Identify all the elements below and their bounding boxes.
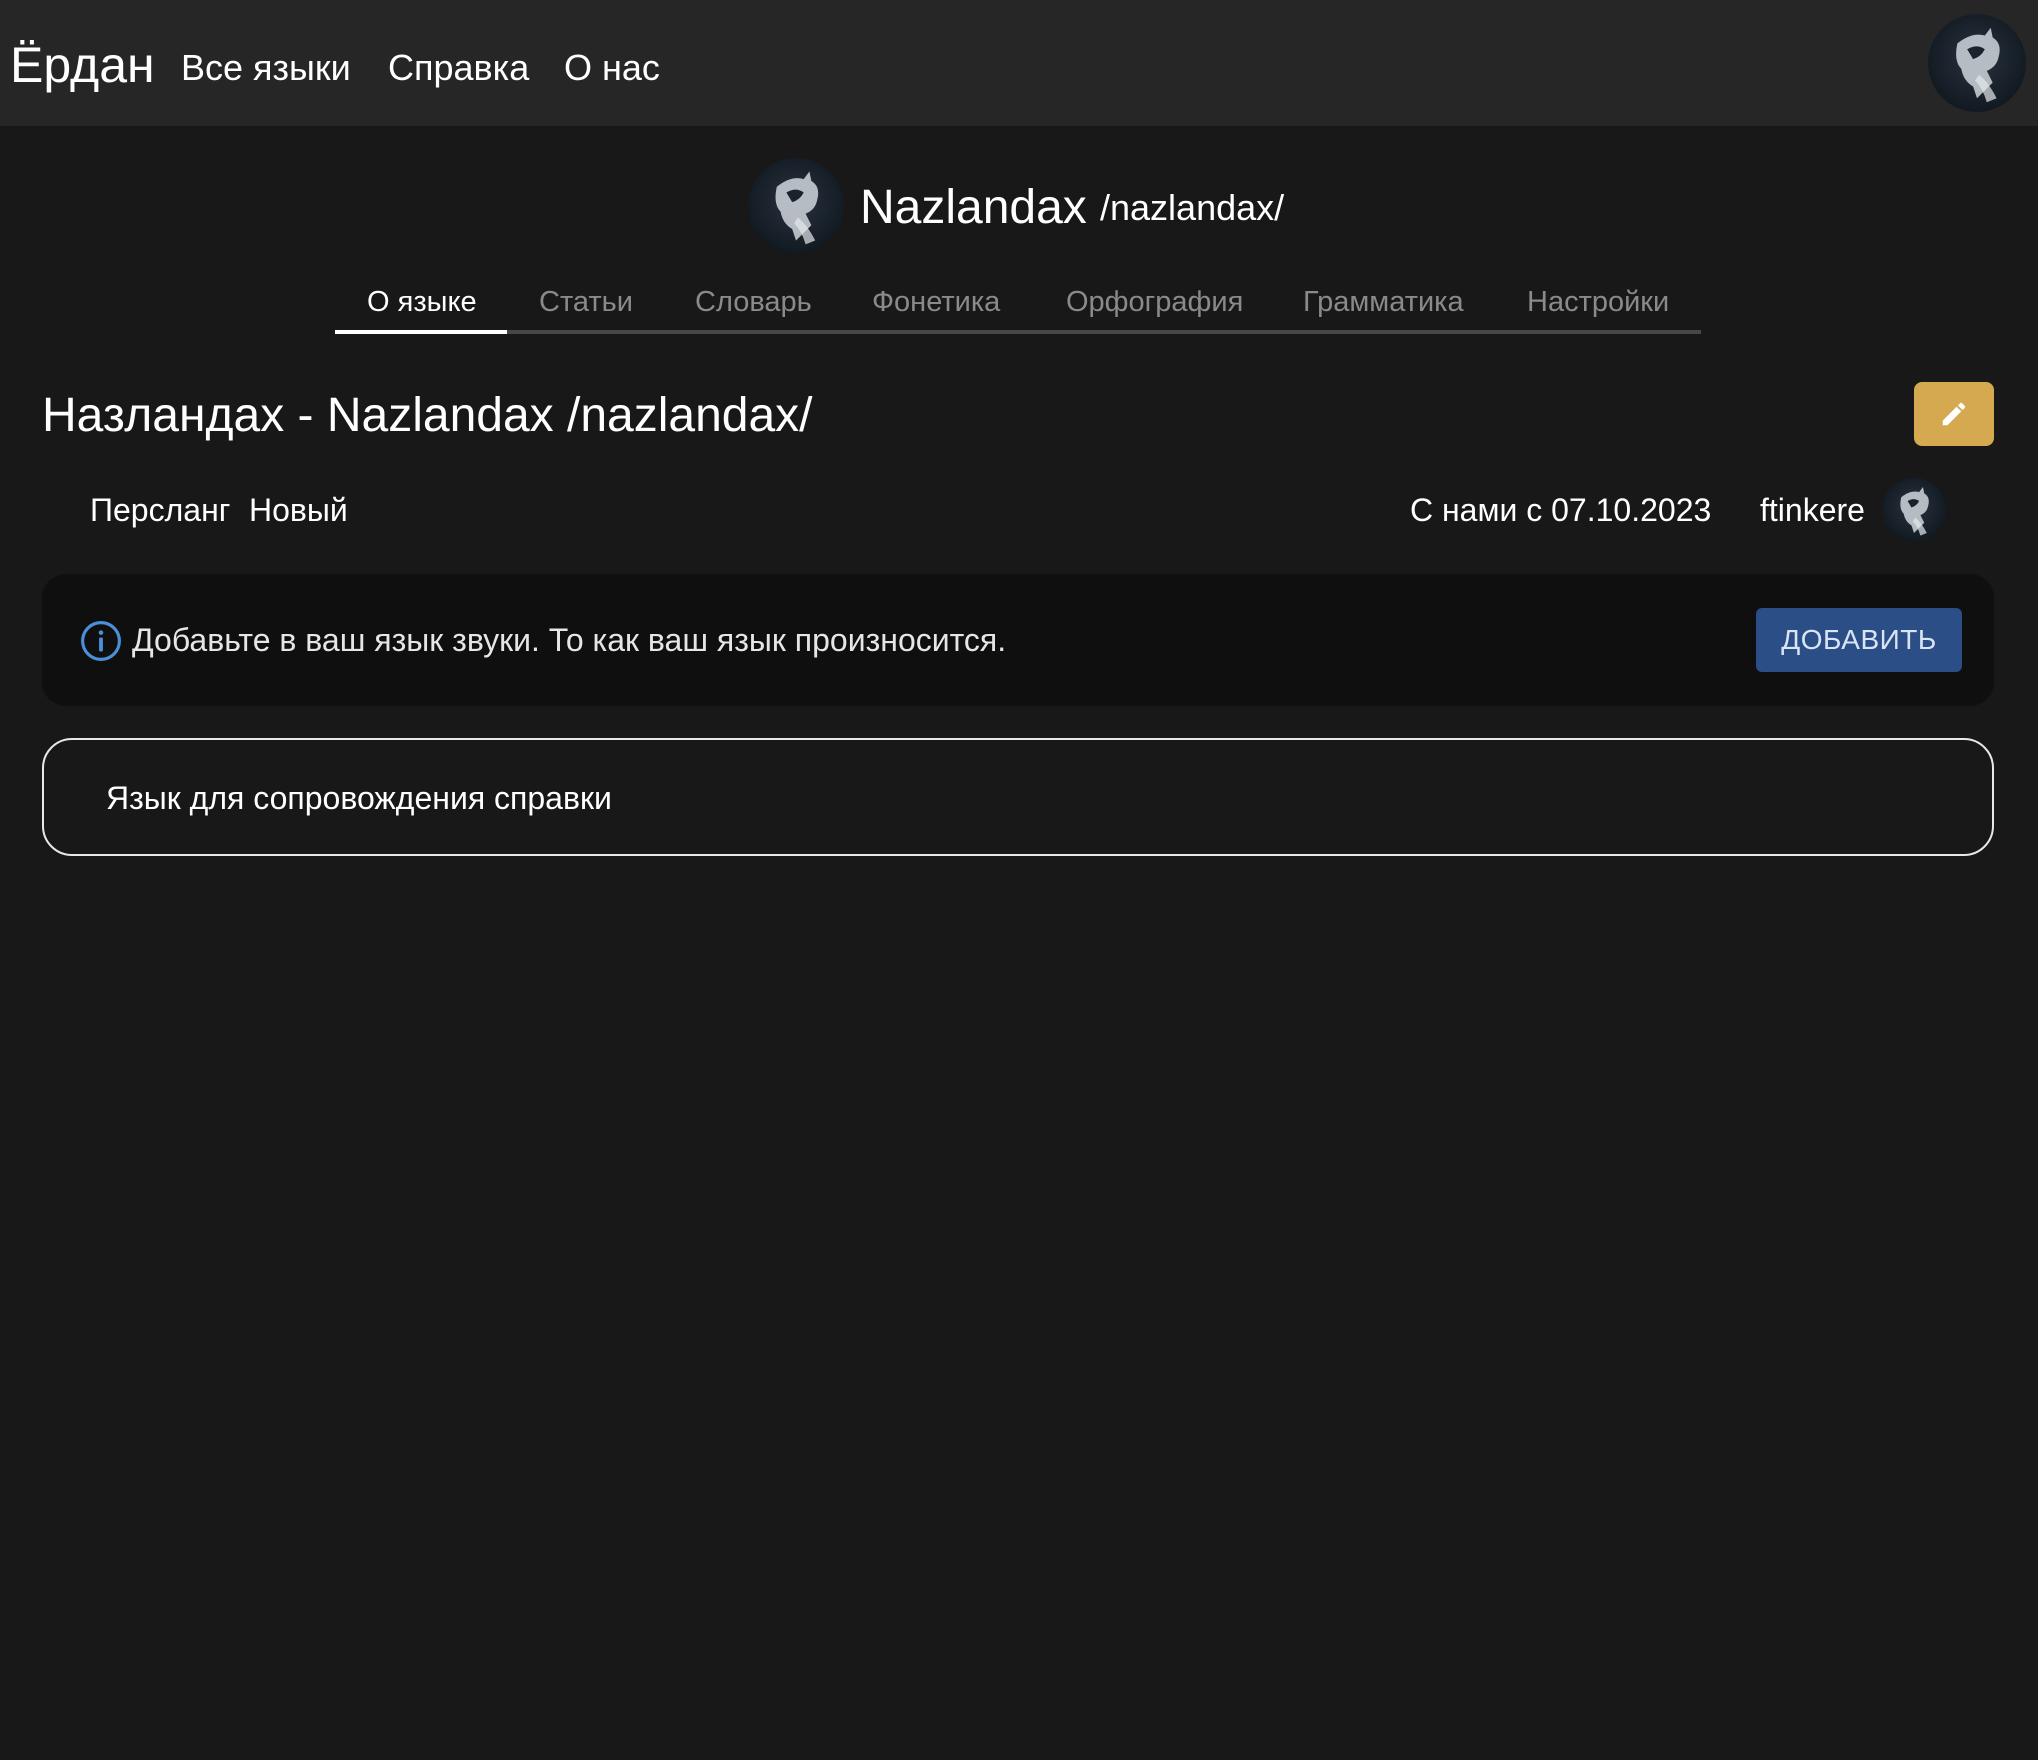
tab-orthography[interactable]: Орфография	[1066, 282, 1243, 322]
brand-logo-link[interactable]: Ёрдан	[10, 30, 155, 100]
add-sounds-button[interactable]: ДОБАВИТЬ	[1756, 608, 1962, 672]
avatar-image	[1956, 27, 2000, 103]
author-avatar[interactable]	[1882, 478, 1946, 542]
avatar-image	[775, 171, 819, 245]
tab-dictionary[interactable]: Словарь	[695, 282, 812, 322]
pencil-icon	[1942, 402, 1966, 426]
help-language-label: Язык для сопровождения справки	[106, 780, 612, 816]
info-banner-text: Добавьте в ваш язык звуки. То как ваш яз…	[132, 622, 1007, 658]
language-avatar	[748, 158, 844, 254]
avatar-image	[1900, 486, 1929, 536]
author-name[interactable]: ftinkere	[1760, 488, 1865, 532]
tag-new: Новый	[249, 492, 348, 528]
tab-articles[interactable]: Статьи	[539, 282, 633, 322]
active-tab-indicator	[335, 330, 507, 334]
info-icon	[81, 621, 121, 661]
help-language-panel[interactable]: Язык для сопровождения справки	[42, 738, 1994, 856]
tab-grammar[interactable]: Грамматика	[1303, 282, 1464, 322]
tag-perslang: Перcланг	[90, 492, 231, 528]
joined-date: С нами с 07.10.2023	[1410, 492, 1712, 528]
nav-link-about[interactable]: О нас	[564, 42, 660, 94]
language-tabs: О языке Статьи Словарь Фонетика Орфограф…	[335, 270, 1701, 334]
tab-about-language[interactable]: О языке	[367, 282, 477, 322]
language-ipa: /nazlandax/	[1100, 187, 1285, 228]
nav-link-all-languages[interactable]: Все языки	[181, 42, 351, 94]
language-name: Nazlandax	[860, 181, 1087, 234]
tab-phonetics[interactable]: Фонетика	[872, 282, 1000, 322]
page-title: Назландах - Nazlandax /nazlandax/	[42, 389, 813, 442]
tab-settings[interactable]: Настройки	[1527, 282, 1669, 322]
edit-button[interactable]	[1914, 382, 1994, 446]
sounds-info-banner: Добавьте в ваш язык звуки. То как ваш яз…	[42, 574, 1994, 706]
nav-link-help[interactable]: Справка	[388, 42, 529, 94]
top-navigation-bar: Ёрдан Все языки Справка О нас	[0, 0, 2038, 126]
user-avatar-menu[interactable]	[1928, 14, 2026, 112]
